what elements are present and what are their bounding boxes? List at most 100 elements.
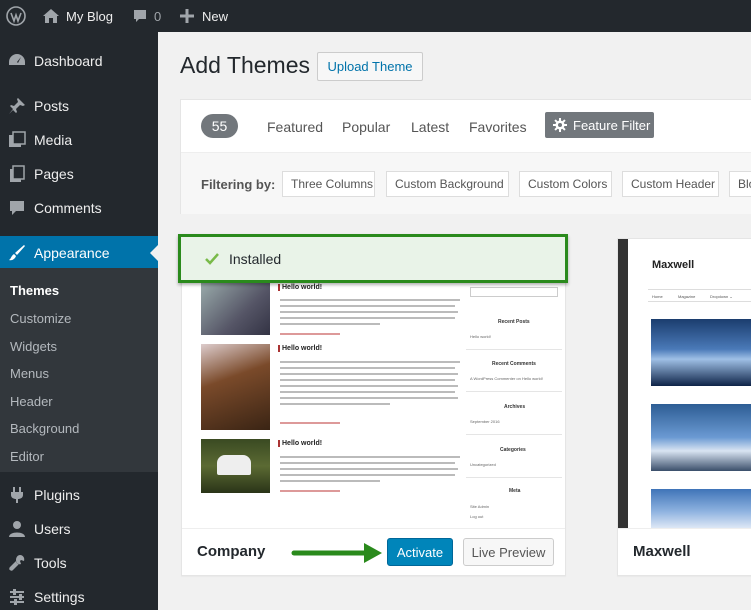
plug-icon bbox=[8, 486, 26, 504]
menu-label-comments: Comments bbox=[34, 200, 102, 216]
preview-nav-divider bbox=[648, 301, 751, 302]
maxwell-brand-title: Maxwell bbox=[652, 259, 695, 271]
submenu-item-background[interactable]: Background bbox=[10, 421, 79, 436]
filter-tag-custom-background[interactable]: Custom Background bbox=[386, 171, 509, 197]
submenu-item-customize[interactable]: Customize bbox=[10, 311, 71, 326]
filter-tag-three-columns[interactable]: Three Columns bbox=[282, 171, 375, 197]
menu-item-appearance[interactable]: Appearance bbox=[0, 236, 158, 270]
comments-link[interactable]: 0 bbox=[132, 0, 161, 32]
menu-item-users[interactable]: Users bbox=[0, 512, 158, 546]
menu-label-tools: Tools bbox=[34, 555, 67, 571]
submenu-item-widgets[interactable]: Widgets bbox=[10, 339, 57, 354]
post-excerpt-line bbox=[280, 456, 460, 458]
tab-latest[interactable]: Latest bbox=[411, 119, 449, 135]
media-camera-icon bbox=[8, 131, 26, 149]
theme-screenshot-maxwell[interactable]: Maxwell Home Magazine Dropdown ⌄ bbox=[618, 239, 751, 530]
preview-search-box bbox=[470, 287, 558, 297]
menu-label-settings: Settings bbox=[34, 589, 85, 605]
filtering-row: Filtering by: Three Columns Custom Backg… bbox=[181, 153, 751, 214]
menu-item-media[interactable]: Media bbox=[0, 123, 158, 157]
post-excerpt-line bbox=[280, 361, 460, 363]
widget-link-site-admin: Site Admin bbox=[470, 504, 490, 509]
post-excerpt-line bbox=[280, 379, 455, 381]
widget-divider bbox=[466, 477, 562, 478]
upload-theme-button[interactable]: Upload Theme bbox=[317, 52, 423, 81]
post-excerpt-line bbox=[280, 468, 458, 470]
post-thumbnail-mailbox bbox=[201, 439, 270, 493]
widget-divider bbox=[466, 349, 562, 350]
widget-title-archives: Archives bbox=[504, 404, 526, 410]
post-excerpt-line bbox=[280, 323, 380, 325]
menu-label-dashboard: Dashboard bbox=[34, 53, 103, 69]
filter-tag-blog[interactable]: Blo bbox=[729, 171, 751, 197]
widget-link-uncategorized: Uncategorized bbox=[470, 462, 496, 467]
menu-item-settings[interactable]: Settings bbox=[0, 580, 158, 610]
gear-icon bbox=[545, 118, 573, 132]
theme-name-bar-maxwell: Maxwell bbox=[618, 528, 751, 575]
filter-tag-custom-header[interactable]: Custom Header bbox=[622, 171, 719, 197]
menu-label-plugins: Plugins bbox=[34, 487, 80, 503]
settings-sliders-icon bbox=[8, 588, 26, 606]
menu-label-pages: Pages bbox=[34, 166, 74, 182]
feature-filter-button[interactable]: Feature Filter bbox=[545, 112, 654, 138]
theme-card-company[interactable]: Hello world! Hello world! Hello world! R… bbox=[181, 238, 566, 576]
current-menu-arrow bbox=[150, 245, 158, 261]
post-excerpt-line bbox=[280, 403, 390, 405]
widget-title-recent-comments: Recent Comments bbox=[492, 361, 536, 367]
mailbox-shape bbox=[217, 455, 251, 475]
menu-item-tools[interactable]: Tools bbox=[0, 546, 158, 580]
theme-name-company: Company bbox=[197, 543, 266, 560]
wrench-icon bbox=[8, 554, 26, 572]
site-name-label: My Blog bbox=[66, 8, 113, 24]
submenu-item-menus[interactable]: Menus bbox=[10, 366, 49, 381]
theme-name-maxwell: Maxwell bbox=[633, 543, 691, 560]
tab-featured[interactable]: Featured bbox=[267, 119, 323, 135]
menu-item-dashboard[interactable]: Dashboard bbox=[0, 44, 158, 78]
post-title-2: Hello world! bbox=[278, 345, 322, 352]
submenu-item-editor[interactable]: Editor bbox=[10, 449, 44, 464]
new-content-link[interactable]: New bbox=[180, 0, 228, 32]
tab-favorites[interactable]: Favorites bbox=[469, 119, 527, 135]
submenu-item-header[interactable]: Header bbox=[10, 394, 53, 409]
post-excerpt-line bbox=[280, 474, 455, 476]
pages-icon bbox=[8, 165, 26, 183]
widget-title-categories: Categories bbox=[500, 447, 526, 453]
user-icon bbox=[8, 520, 26, 538]
preview-nav-magazine: Magazine bbox=[678, 294, 696, 299]
widget-link-hello: Hello world! bbox=[470, 334, 491, 339]
widget-title-meta: Meta bbox=[509, 488, 521, 494]
preview-nav-dropdown: Dropdown ⌄ bbox=[710, 294, 733, 299]
submenu-item-themes[interactable]: Themes bbox=[10, 283, 59, 298]
widget-divider bbox=[466, 391, 562, 392]
feature-filter-label: Feature Filter bbox=[573, 117, 651, 133]
menu-item-pages[interactable]: Pages bbox=[0, 157, 158, 191]
menu-item-posts[interactable]: Posts bbox=[0, 89, 158, 123]
pushpin-icon bbox=[8, 97, 26, 115]
paintbrush-icon bbox=[8, 244, 26, 262]
theme-card-maxwell[interactable]: Maxwell Home Magazine Dropdown ⌄ Maxwell bbox=[617, 238, 751, 576]
menu-label-appearance: Appearance bbox=[34, 245, 110, 261]
preview-image-observatory bbox=[651, 404, 751, 471]
dashboard-gauge-icon bbox=[8, 52, 26, 70]
tab-popular[interactable]: Popular bbox=[342, 119, 390, 135]
filter-tag-custom-colors[interactable]: Custom Colors bbox=[519, 171, 612, 197]
post-excerpt-line bbox=[280, 367, 455, 369]
preview-nav-divider bbox=[648, 289, 751, 290]
post-title-3: Hello world! bbox=[278, 440, 322, 447]
preview-nav-home: Home bbox=[652, 294, 663, 299]
post-thumbnail-horse bbox=[201, 344, 270, 430]
site-name-link[interactable]: My Blog bbox=[42, 0, 113, 32]
widget-divider bbox=[466, 434, 562, 435]
menu-item-plugins[interactable]: Plugins bbox=[0, 478, 158, 512]
new-label: New bbox=[202, 8, 229, 24]
wordpress-logo-icon[interactable] bbox=[6, 0, 26, 32]
live-preview-button[interactable]: Live Preview bbox=[463, 538, 554, 566]
home-icon bbox=[42, 7, 60, 25]
plus-icon bbox=[180, 9, 194, 23]
menu-item-comments[interactable]: Comments bbox=[0, 191, 158, 225]
activate-button[interactable]: Activate bbox=[387, 538, 453, 566]
admin-bar: My Blog 0 New bbox=[0, 0, 751, 32]
theme-filter-bar: 55 Featured Popular Latest Favorites Fea… bbox=[180, 99, 751, 214]
widget-title-recent-posts: Recent Posts bbox=[498, 319, 530, 325]
post-date-line bbox=[280, 490, 340, 492]
